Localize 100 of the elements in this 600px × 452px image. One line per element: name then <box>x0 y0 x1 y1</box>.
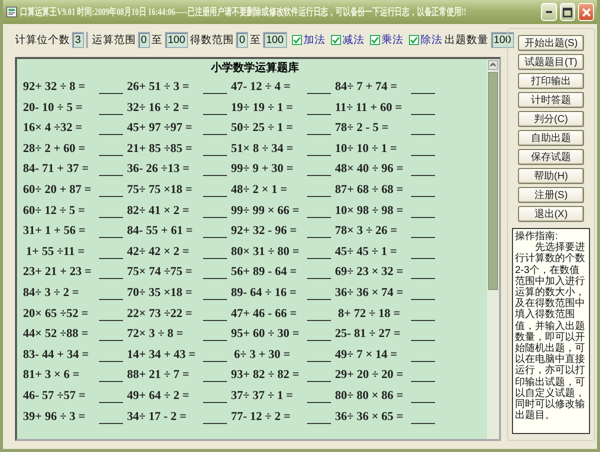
minimize-button[interactable] <box>541 3 557 21</box>
math-problem: 23+ 21 + 23 = <box>23 264 93 280</box>
math-problem: 95+ 60 ÷ 30 = <box>231 326 300 342</box>
math-problem: 22× 73 ÷22 = <box>127 306 194 321</box>
check-icon <box>292 36 301 44</box>
field-label: 出题数量 <box>444 33 489 47</box>
number-field[interactable]: 100 <box>490 32 514 48</box>
math-problem: 60÷ 20 + 87 = <box>23 182 92 197</box>
checkbox-label[interactable]: 除法 <box>420 33 443 47</box>
math-problem: 80× 31 ÷ 80 = <box>231 244 300 259</box>
math-problem: 42÷ 42 × 2 = <box>127 244 190 259</box>
math-problem: 26+ 51 ÷ 3 = <box>127 79 190 94</box>
math-problem: 60÷ 12 ÷ 5 = <box>23 202 86 218</box>
app-icon <box>6 5 18 19</box>
math-problem: 6÷ 3 + 30 = <box>233 346 292 362</box>
math-problem: 39+ 96 ÷ 3 = <box>23 408 86 424</box>
checkbox-label[interactable]: 加法 <box>304 33 326 47</box>
guide-text: 先选择要进行计算数的个数2-3个，在数值范围中加入进行运算的数大小，及在得数范围中填入得数范围值，并输入出题数量，即可以开始随机出题，可以在电脑中直接运行，亦可以打印输出试题，可以自定义试题，同时可以修改输出题目。 <box>515 242 586 422</box>
math-problem: 93+ 82 ÷ 82 = <box>231 367 300 382</box>
checkbox-label[interactable]: 乘法 <box>382 33 404 47</box>
action-button[interactable]: 打印输出 <box>518 73 584 89</box>
math-problem: 75÷ 75 ×18 = <box>127 182 194 197</box>
math-problem: 51× 8 ÷ 34 = <box>231 140 294 156</box>
math-problem: 34÷ 17 - 2 = <box>127 408 188 424</box>
action-button[interactable]: 计时答题 <box>518 92 584 108</box>
number-field[interactable]: 3 <box>72 32 84 48</box>
field-label: 计算位个数 <box>15 33 70 47</box>
math-problem: 11÷ 11 + 60 = <box>335 100 403 115</box>
field-label: 至 <box>152 33 163 47</box>
scroll-thumb[interactable] <box>488 72 498 290</box>
math-problem: 10÷ 10 ÷ 1 = <box>335 140 398 156</box>
math-problem: 50÷ 25 ÷ 1 = <box>231 120 294 136</box>
maximize-button[interactable] <box>560 3 576 21</box>
math-problem: 77- 12 ÷ 2 = <box>231 408 292 424</box>
number-field[interactable]: 100 <box>263 32 287 48</box>
math-problem: 36÷ 36 × 65 = <box>335 408 404 424</box>
math-problem: 14+ 34 + 43 = <box>127 346 197 362</box>
math-problem: 70÷ 35 ×18 = <box>127 284 194 300</box>
scrollbar[interactable] <box>487 59 499 439</box>
math-problem: 88+ 21 ÷ 7 = <box>127 367 190 382</box>
action-button[interactable]: 自助出题 <box>518 130 584 146</box>
math-problem: 20× 65 ÷52 = <box>23 306 90 321</box>
math-problem: 48× 40 ÷ 96 = <box>335 161 404 176</box>
math-problem: 25- 81 ÷ 27 = <box>335 326 402 342</box>
math-problem: 28÷ 2 + 60 = <box>23 140 86 156</box>
math-problem: 47- 12 ÷ 4 = <box>231 79 292 94</box>
math-problem: 99÷ 99 × 66 = <box>231 202 300 218</box>
math-problem: 78÷ 2 - 5 = <box>335 120 390 136</box>
action-button[interactable]: 保存试题 <box>518 149 584 165</box>
checkbox[interactable] <box>292 35 302 45</box>
guide-title: 操作指南: <box>515 231 559 242</box>
math-problem: 1+ 55 ÷11 = <box>25 244 86 259</box>
math-problem: 87+ 68 ÷ 68 = <box>335 182 404 197</box>
action-button[interactable]: 帮助(H) <box>518 168 584 184</box>
math-problem: 36÷ 36 × 74 = <box>335 284 404 300</box>
check-icon <box>410 36 418 44</box>
field-label: 至 <box>250 33 262 47</box>
checkbox[interactable] <box>330 35 341 45</box>
number-field[interactable]: 0 <box>236 32 248 48</box>
math-problem: 29+ 20 ÷ 20 = <box>335 367 404 382</box>
checkbox[interactable] <box>370 35 380 45</box>
close-button[interactable] <box>578 3 594 21</box>
math-problem: 84÷ 3 ÷ 2 = <box>23 284 80 300</box>
math-problem: 89- 64 ÷ 16 = <box>231 284 298 300</box>
action-button[interactable]: 判分(C) <box>518 111 584 127</box>
action-button[interactable]: 退出(X) <box>518 206 584 222</box>
math-problem: 56+ 89 - 64 = <box>231 264 298 280</box>
close-icon <box>580 6 592 18</box>
number-field[interactable]: 100 <box>164 32 188 48</box>
action-button[interactable]: 注册(S) <box>518 187 584 203</box>
math-problem: 84- 71 + 37 = <box>23 161 90 176</box>
math-problem: 92+ 32 ÷ 8 = <box>23 79 86 94</box>
math-problem: 48÷ 2 × 1 = <box>231 182 288 197</box>
math-problem: 49+ 64 ÷ 2 = <box>127 388 190 403</box>
math-problem: 78× 3 ÷ 26 = <box>335 223 398 238</box>
action-button[interactable]: 开始出题(S) <box>518 35 584 51</box>
maximize-icon <box>562 6 574 18</box>
math-problem: 82÷ 41 × 2 = <box>127 202 190 218</box>
math-problem: 45+ 97 ÷97 = <box>127 120 194 136</box>
checkbox-label[interactable]: 减法 <box>342 33 365 47</box>
math-problem: 75× 74 ÷75 = <box>127 264 194 280</box>
window-title: 口算运算王V9.01 时间:2009年08月10日 16:44:06-----已注册用户请不要删除或修改软件运行日志，可以备份一下运行日志，以备正常使用!! <box>20 5 468 19</box>
math-problem: 16× 4 ÷32 = <box>23 120 84 136</box>
math-problem: 21+ 85 ÷85 = <box>127 140 194 156</box>
math-problem: 99÷ 9 + 30 = <box>231 161 294 176</box>
math-problem: 72× 3 ÷ 8 = <box>127 326 184 342</box>
math-problem: 47+ 46 - 66 = <box>231 306 298 321</box>
math-problem: 81+ 3 × 6 = <box>23 367 81 382</box>
scroll-up-icon <box>488 60 498 70</box>
math-problem: 32÷ 16 ÷ 2 = <box>127 100 190 115</box>
checkbox[interactable] <box>408 35 419 45</box>
action-button[interactable]: 试题题目(T) <box>518 54 584 70</box>
sheet-title: 小学数学运算题库 <box>210 60 300 76</box>
math-problem: 37÷ 37 ÷ 1 = <box>231 388 294 403</box>
math-problem: 8+ 72 ÷ 18 = <box>337 306 402 321</box>
number-field[interactable]: 0 <box>138 32 150 48</box>
math-problem: 19÷ 19 ÷ 1 = <box>231 100 294 115</box>
math-problem: 36- 26 ÷13 = <box>127 161 190 176</box>
math-problem: 10× 98 ÷ 98 = <box>335 202 404 218</box>
math-problem: 44× 52 ÷88 = <box>23 326 90 342</box>
